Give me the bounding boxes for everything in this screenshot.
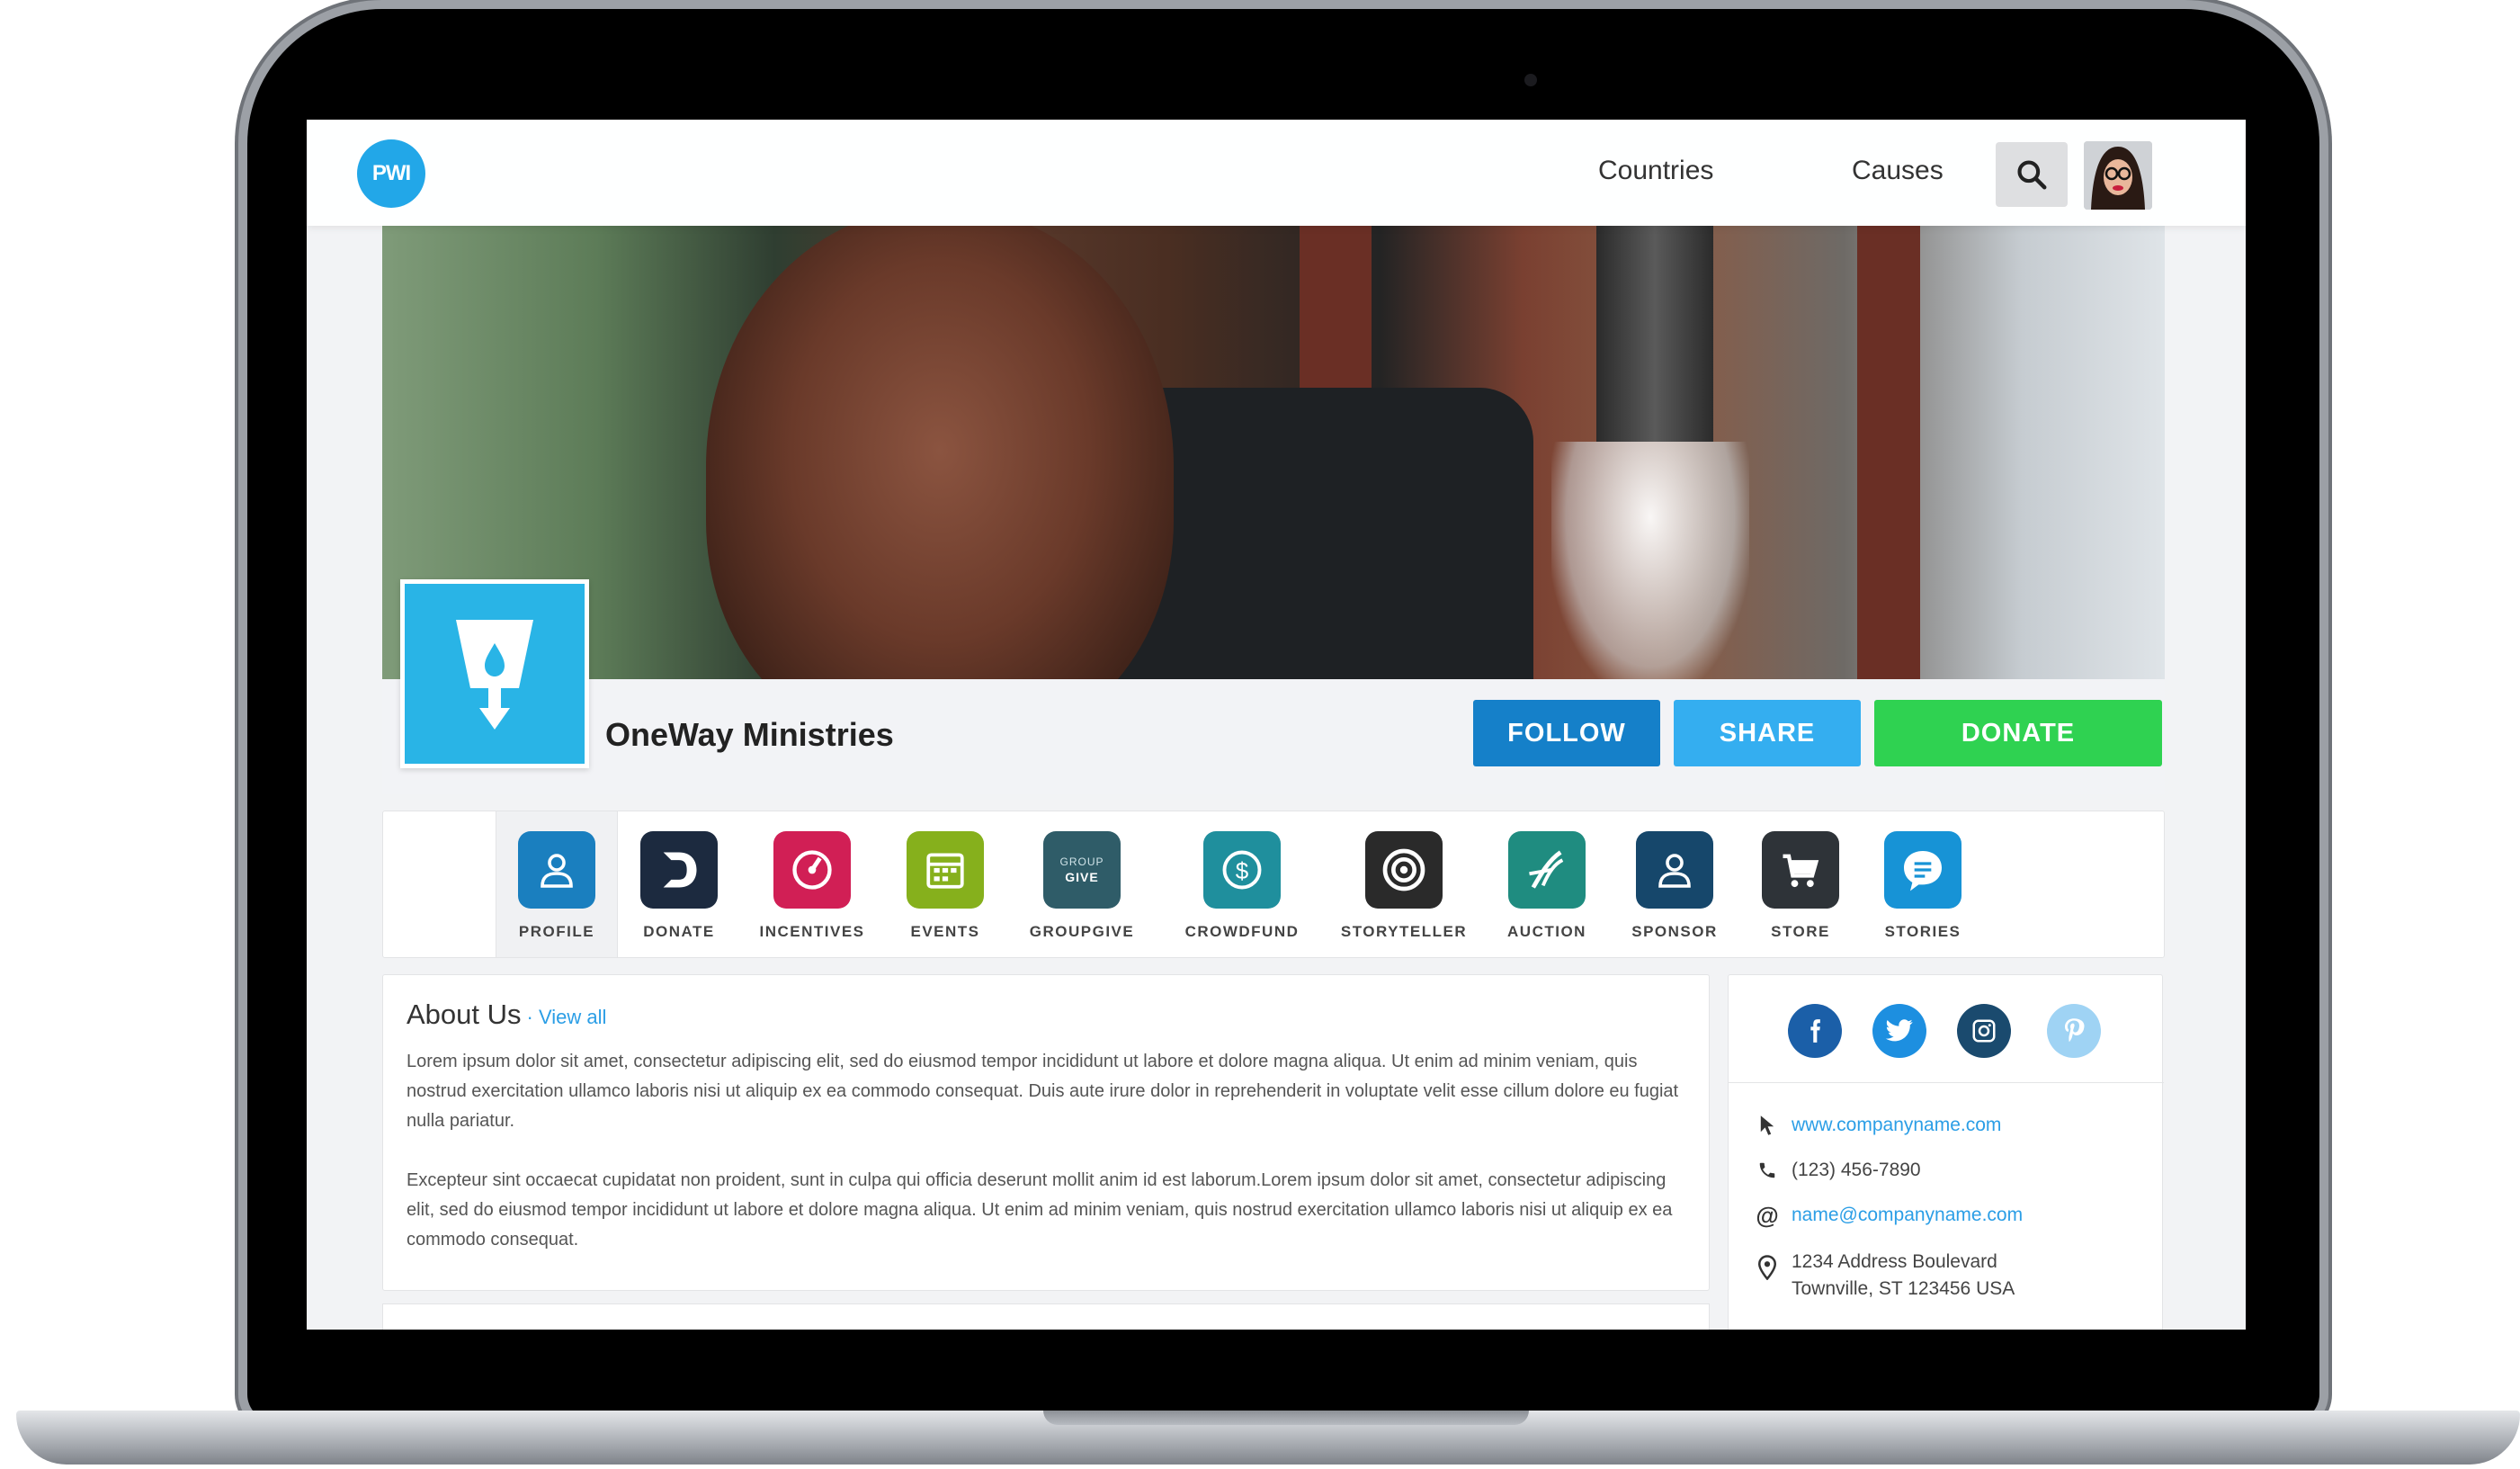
- user-icon: [1636, 831, 1713, 909]
- tab-profile[interactable]: PROFILE: [496, 811, 618, 957]
- tab-label: INCENTIVES: [759, 923, 865, 940]
- chat-bubble-icon: [1884, 831, 1961, 909]
- tab-label: CROWDFUND: [1184, 923, 1300, 940]
- about-paragraph-1: Lorem ipsum dolor sit amet, consectetur …: [407, 1052, 1679, 1131]
- org-logo: [400, 579, 589, 768]
- address-line-1: 1234 Address Boulevard: [1792, 1251, 1997, 1272]
- contact-website-row: www.companyname.com: [1752, 1112, 2001, 1139]
- tab-label: DONATE: [643, 923, 715, 940]
- svg-text:$: $: [1236, 857, 1249, 884]
- donate-button[interactable]: DONATE: [1874, 700, 2162, 766]
- about-paragraph-2: Excepteur sint occaecat cupidatat non pr…: [407, 1170, 1673, 1250]
- tab-label: STORE: [1771, 923, 1830, 940]
- nav-countries[interactable]: Countries: [1598, 156, 1713, 186]
- address-block: 1234 Address Boulevard Townville, ST 123…: [1792, 1249, 2015, 1303]
- tab-groupgive[interactable]: GROUP GIVE GROUPGIVE: [1010, 811, 1154, 957]
- map-pin-icon: [1752, 1254, 1783, 1281]
- org-name: OneWay Ministries: [605, 716, 894, 753]
- facebook-icon[interactable]: [1788, 1004, 1842, 1058]
- hero-pipe: [1596, 226, 1713, 442]
- tab-storyteller[interactable]: STORYTELLER: [1327, 811, 1480, 957]
- at-icon: @: [1756, 1201, 1779, 1229]
- tab-label: GROUPGIVE: [1029, 923, 1135, 940]
- tab-events[interactable]: EVENTS: [884, 811, 1006, 957]
- next-card: [382, 1303, 1710, 1330]
- phone-icon: [1752, 1157, 1783, 1184]
- about-title: About Us: [407, 999, 522, 1030]
- tab-label: PROFILE: [518, 923, 595, 940]
- group-give-icon: GROUP GIVE: [1043, 831, 1121, 909]
- share-button[interactable]: SHARE: [1674, 700, 1861, 766]
- instagram-icon[interactable]: [1957, 1004, 2011, 1058]
- contact-address-row: 1234 Address Boulevard Townville, ST 123…: [1752, 1249, 2015, 1303]
- laptop-notch: [1043, 1411, 1529, 1425]
- cart-icon: [1762, 831, 1839, 909]
- svg-text:GIVE: GIVE: [1065, 870, 1098, 884]
- screen: PWI Countries Causes OneWay Ministries F…: [307, 120, 2246, 1330]
- gauge-icon: [773, 831, 851, 909]
- tab-label: STORIES: [1884, 923, 1961, 940]
- dollar-coin-icon: $: [1203, 831, 1281, 909]
- tab-store[interactable]: STORE: [1739, 811, 1862, 957]
- tab-label: EVENTS: [910, 923, 980, 940]
- phone-number: (123) 456-7890: [1792, 1160, 1921, 1180]
- follow-button[interactable]: FOLLOW: [1473, 700, 1660, 766]
- address-line-2: Townville, ST 123456 USA: [1792, 1278, 2015, 1299]
- email-link[interactable]: name@companyname.com: [1792, 1202, 2023, 1229]
- cursor-icon: [1752, 1112, 1783, 1139]
- tab-incentives[interactable]: INCENTIVES: [740, 811, 884, 957]
- donate-d-icon: [640, 831, 718, 909]
- tab-label: SPONSOR: [1631, 923, 1718, 940]
- twitter-icon[interactable]: [1872, 1004, 1926, 1058]
- tab-donate[interactable]: DONATE: [618, 811, 740, 957]
- tab-crowdfund[interactable]: $ CROWDFUND: [1166, 811, 1318, 957]
- tab-sponsor[interactable]: SPONSOR: [1613, 811, 1736, 957]
- tab-label: AUCTION: [1507, 923, 1586, 940]
- hero-post-right: [1857, 226, 1920, 679]
- webcam: [1524, 74, 1537, 86]
- about-heading: About Us · View all: [407, 999, 606, 1031]
- pwi-logo[interactable]: PWI: [357, 139, 425, 208]
- nav-causes[interactable]: Causes: [1852, 156, 1944, 186]
- auction-icon: [1508, 831, 1586, 909]
- user-avatar-image: [2084, 141, 2152, 210]
- contact-phone-row: (123) 456-7890: [1752, 1157, 1921, 1184]
- contact-card: www.companyname.com (123) 456-7890 @ nam…: [1728, 974, 2164, 1330]
- svg-text:GROUP: GROUP: [1059, 855, 1104, 868]
- tab-label: STORYTELLER: [1340, 923, 1468, 940]
- search-icon: [2017, 160, 2047, 190]
- target-icon: [1365, 831, 1443, 909]
- hero-photo: [382, 226, 2165, 679]
- pinterest-icon[interactable]: [2047, 1004, 2101, 1058]
- user-icon: [518, 831, 595, 909]
- social-links: [1729, 975, 2164, 1083]
- search-button[interactable]: [1996, 142, 2068, 207]
- tab-auction[interactable]: AUCTION: [1486, 811, 1608, 957]
- tab-stories[interactable]: STORIES: [1862, 811, 1984, 957]
- hero-face: [706, 226, 1174, 679]
- avatar[interactable]: [2084, 141, 2152, 210]
- website-link[interactable]: www.companyname.com: [1792, 1112, 2001, 1139]
- contact-email-row: @ name@companyname.com: [1752, 1202, 2023, 1229]
- hero-water: [1551, 442, 1749, 679]
- about-card: About Us · View all Lorem ipsum dolor sit…: [382, 974, 1710, 1291]
- top-nav: PWI Countries Causes: [307, 120, 2246, 226]
- water-drop-icon: [456, 620, 533, 730]
- calendar-icon: [907, 831, 984, 909]
- feature-tabs: PROFILE DONATE INCENTIVES EVENTS GROUP GI…: [382, 811, 2165, 958]
- view-all-link[interactable]: · View all: [527, 1006, 607, 1028]
